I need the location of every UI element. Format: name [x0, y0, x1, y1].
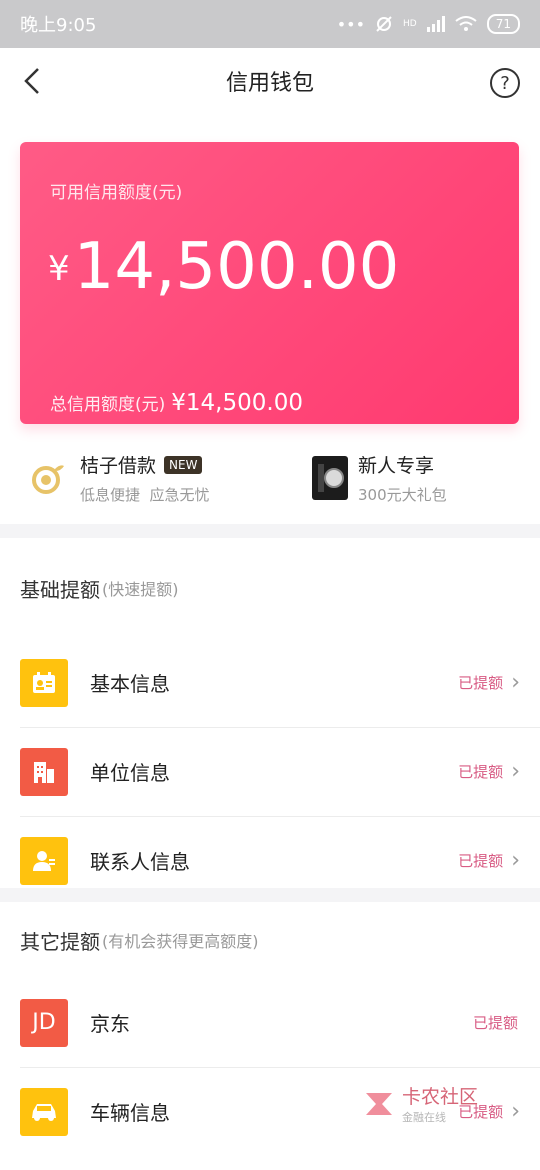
list-item-basic-info[interactable]: 基本信息 已提额 ›	[0, 638, 540, 727]
promo-newcomer[interactable]: 新人专享 300元大礼包	[310, 448, 447, 508]
mute-alarm-icon	[376, 16, 392, 32]
contact-info-label: 联系人信息	[90, 850, 190, 874]
credit-card: 可用信用额度(元) ¥ 14,500.00 总信用额度(元) ¥14,500.00	[20, 142, 519, 424]
available-credit-label: 可用信用额度(元)	[50, 183, 183, 203]
status-badge: 已提额	[458, 852, 504, 870]
status-badge: 已提额	[458, 763, 504, 781]
status-time: 晚上9:05	[20, 15, 97, 36]
list-item-jd[interactable]: JD 京东 已提额	[0, 978, 540, 1067]
help-icon[interactable]: ?	[490, 68, 520, 98]
promo-newcomer-title: 新人专享	[358, 455, 435, 477]
total-credit: 总信用额度(元) ¥14,500.00	[50, 390, 303, 416]
status-badge: 已提额	[472, 1014, 518, 1032]
watermark-text: 卡农社区	[402, 1086, 479, 1108]
other-credit-section: 其它提额 (有机会获得更高额度) JD 京东 已提额 车辆信息 已提额 ›	[0, 902, 540, 1170]
promo-newcomer-subtitle: 300元大礼包	[358, 486, 447, 504]
chevron-right-icon: ›	[511, 670, 520, 695]
basic-info-label: 基本信息	[90, 672, 170, 696]
watermark-logo-icon	[366, 1092, 392, 1115]
available-amount: ¥ 14,500.00	[48, 235, 399, 299]
chevron-right-icon: ›	[511, 1099, 520, 1124]
chevron-right-icon: ›	[511, 848, 520, 873]
promo-loan[interactable]: 桔子借款 NEW 低息便捷 应急无忧	[30, 448, 210, 508]
nav-bar: 信用钱包 ?	[0, 48, 540, 114]
list-item-employer-info[interactable]: 单位信息 已提额 ›	[0, 727, 540, 816]
back-arrow-icon[interactable]	[18, 66, 48, 96]
basic-section-title: 基础提额 (快速提额)	[20, 577, 179, 602]
contact-icon	[20, 836, 68, 885]
watermark-subtext: 金融在线	[402, 1111, 446, 1124]
status-icons: ••• HD 71	[337, 14, 520, 34]
watermark: 卡农社区 金融在线	[362, 1082, 478, 1125]
id-card-icon	[20, 658, 68, 707]
dots-icon: •••	[336, 14, 366, 34]
phone-watch-gift-icon	[312, 456, 348, 500]
basic-credit-section: 基础提额 (快速提额) 基本信息 已提额 › 单位信息 已提额 › 联系人信息 …	[0, 538, 540, 888]
status-badge: 已提额	[458, 674, 504, 692]
jd-icon: JD	[20, 998, 68, 1047]
available-amount-value: 14,500.00	[73, 230, 400, 304]
employer-info-label: 单位信息	[90, 761, 170, 785]
jd-label: 京东	[90, 1012, 130, 1036]
new-badge: NEW	[164, 455, 203, 474]
promo-loan-subtitle: 低息便捷 应急无忧	[80, 486, 210, 504]
currency-symbol: ¥	[48, 249, 70, 289]
building-icon	[20, 747, 68, 796]
section-divider	[0, 524, 540, 538]
total-credit-label: 总信用额度(元)	[50, 395, 166, 415]
total-credit-value: ¥14,500.00	[171, 390, 303, 416]
credit-overview: 可用信用额度(元) ¥ 14,500.00 总信用额度(元) ¥14,500.00…	[0, 114, 540, 524]
wifi-icon	[455, 16, 477, 31]
orange-coin-icon	[32, 465, 64, 494]
car-icon	[20, 1087, 68, 1136]
promo-loan-title: 桔子借款	[80, 455, 157, 477]
signal-hd-label: HD	[403, 19, 417, 29]
chevron-right-icon: ›	[511, 759, 520, 784]
signal-icon	[426, 16, 445, 32]
status-bar: 晚上9:05 ••• HD 71	[0, 0, 540, 48]
other-section-title: 其它提额 (有机会获得更高额度)	[20, 929, 259, 954]
page-title: 信用钱包	[225, 71, 314, 96]
battery-indicator: 71	[486, 14, 520, 34]
section-divider	[0, 888, 540, 902]
